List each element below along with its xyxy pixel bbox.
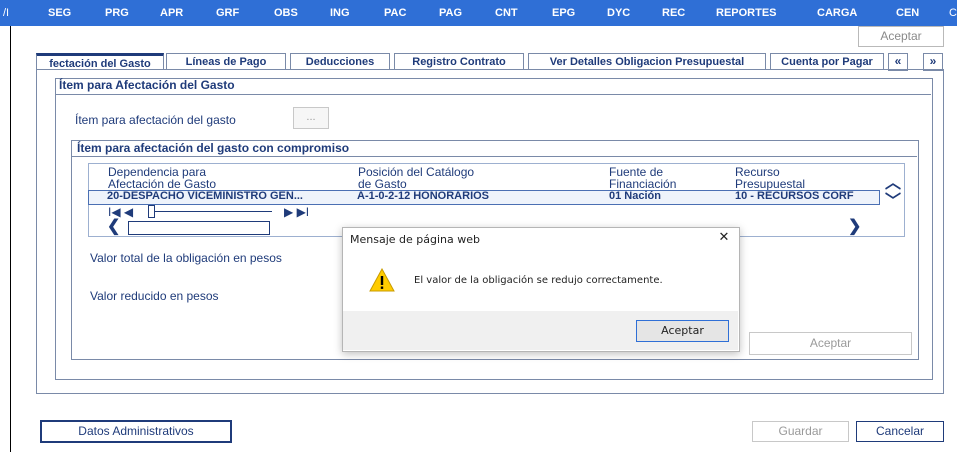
datos-administrativos-button[interactable]: Datos Administrativos bbox=[40, 420, 232, 443]
horizontal-scrollbar-thumb[interactable] bbox=[128, 221, 270, 235]
compromiso-fieldset-legend: Ítem para afectación del gasto con compr… bbox=[77, 141, 350, 155]
menu-item-dyc[interactable]: DYC bbox=[607, 0, 630, 26]
pager-next-last[interactable]: ▶ ▶I bbox=[284, 205, 309, 219]
menu-item-grf[interactable]: GRF bbox=[216, 0, 239, 26]
save-button[interactable]: Guardar bbox=[752, 421, 849, 442]
menu-item-epg[interactable]: EPG bbox=[552, 0, 575, 26]
tab-cuenta-por-pagar[interactable]: Cuenta por Pagar bbox=[770, 53, 884, 70]
cell-fuente: 01 Nación bbox=[609, 190, 661, 202]
column-header-fuente[interactable]: Fuente de Financiación bbox=[609, 166, 676, 190]
menu-item-obs[interactable]: OBS bbox=[274, 0, 298, 26]
pager-first-prev[interactable]: I◀ ◀ bbox=[108, 205, 133, 219]
cell-posicion: A-1-0-2-12 HONORARIOS bbox=[357, 190, 490, 202]
fieldset-divider bbox=[55, 94, 931, 95]
column-header-line: Presupuestal bbox=[735, 177, 806, 191]
menu-item-rec[interactable]: REC bbox=[662, 0, 685, 26]
menu-item-ing[interactable]: ING bbox=[330, 0, 350, 26]
menu-item-cen[interactable]: CEN bbox=[896, 0, 919, 26]
column-header-dependencia[interactable]: Dependencia para Afectación de Gasto bbox=[108, 166, 216, 190]
column-header-recurso[interactable]: Recurso Presupuestal bbox=[735, 166, 805, 190]
cancel-button[interactable]: Cancelar bbox=[856, 421, 944, 442]
menu-item-pag[interactable]: PAG bbox=[439, 0, 462, 26]
menu-item-partial-left[interactable]: /I bbox=[3, 0, 9, 26]
warning-icon bbox=[369, 267, 395, 292]
tab-ver-detalles-obligacion[interactable]: Ver Detalles Obligacion Presupuestal bbox=[528, 53, 766, 70]
menu-item-carga[interactable]: CARGA bbox=[817, 0, 857, 26]
item-label: Ítem para afectación del gasto bbox=[75, 113, 236, 127]
menu-item-cnt[interactable]: CNT bbox=[495, 0, 518, 26]
column-header-line: Financiación bbox=[609, 177, 677, 191]
top-menu-bar: /I SEG PRG APR GRF OBS ING PAC PAG CNT E… bbox=[0, 0, 957, 26]
menu-item-pac[interactable]: PAC bbox=[384, 0, 406, 26]
cell-recurso: 10 - RECURSOS CORF bbox=[735, 190, 854, 202]
dialog-title: Mensaje de página web bbox=[350, 233, 480, 246]
accept-button[interactable]: Aceptar bbox=[749, 332, 912, 355]
menu-item-prg[interactable]: PRG bbox=[105, 0, 129, 26]
item-fieldset-legend: Ítem para Afectación del Gasto bbox=[59, 78, 235, 92]
total-obligation-label: Valor total de la obligación en pesos bbox=[90, 251, 282, 265]
scroll-right-icon[interactable]: ❯ bbox=[848, 219, 861, 235]
menu-item-seg[interactable]: SEG bbox=[48, 0, 71, 26]
fieldset-divider bbox=[71, 156, 917, 157]
dialog-message: El valor de la obligación se redujo corr… bbox=[414, 275, 663, 286]
column-header-line: Afectación de Gasto bbox=[108, 177, 217, 191]
menu-item-reportes[interactable]: REPORTES bbox=[716, 0, 777, 26]
scroll-left-icon[interactable]: ❮ bbox=[107, 219, 120, 235]
tab-afectacion-gasto[interactable]: fectación del Gasto bbox=[36, 53, 164, 70]
dialog-ok-button[interactable]: Aceptar bbox=[636, 320, 729, 342]
column-header-posicion[interactable]: Posición del Catálogo de Gasto bbox=[358, 166, 474, 190]
pager-track[interactable] bbox=[152, 211, 272, 212]
menu-item-partial-right[interactable]: C bbox=[949, 0, 957, 26]
cell-dependencia: 20-DESPACHO VICEMINISTRO GEN... bbox=[107, 190, 303, 202]
item-lookup-button[interactable]: ... bbox=[293, 107, 329, 129]
column-header-line: de Gasto bbox=[358, 177, 407, 191]
pager-thumb[interactable] bbox=[148, 205, 155, 218]
top-accept-button[interactable]: Aceptar bbox=[858, 26, 944, 47]
reduced-value-label: Valor reducido en pesos bbox=[90, 289, 219, 303]
menu-item-apr[interactable]: APR bbox=[160, 0, 183, 26]
tab-lineas-pago[interactable]: Líneas de Pago bbox=[166, 53, 286, 70]
chevron-up-icon[interactable]: ︿ bbox=[885, 176, 901, 192]
chevron-down-icon[interactable]: ﹀ bbox=[885, 194, 901, 210]
tab-registro-contrato[interactable]: Registro Contrato bbox=[394, 53, 524, 70]
close-icon[interactable]: ✕ bbox=[715, 228, 733, 246]
tab-deducciones[interactable]: Deducciones bbox=[290, 53, 390, 70]
